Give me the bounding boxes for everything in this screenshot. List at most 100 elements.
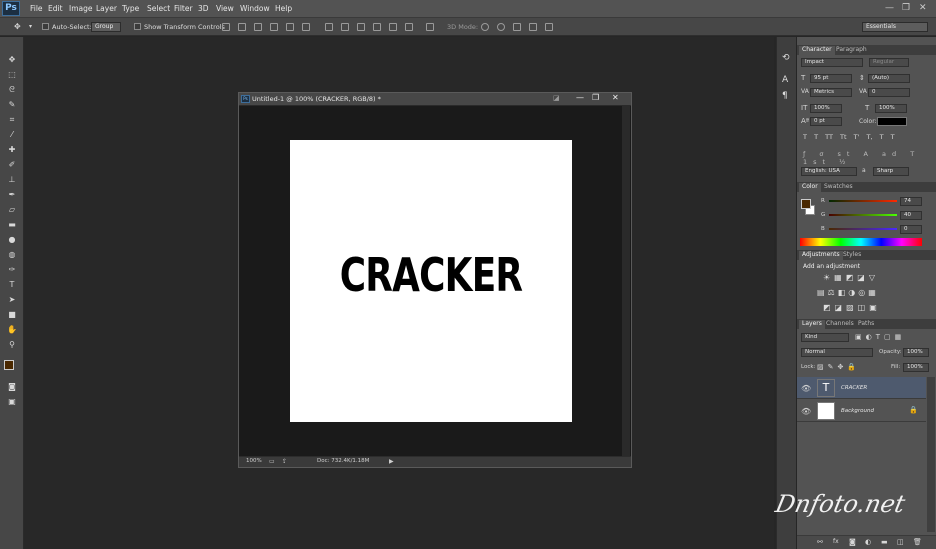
3d-slide-icon[interactable] — [529, 23, 537, 31]
opentype-buttons[interactable]: ƒ σ st A ad T 1st ½ — [803, 150, 931, 166]
dodge-tool-icon[interactable]: ◍ — [6, 250, 18, 260]
align-hcenter-icon[interactable] — [286, 23, 294, 31]
color-spectrum[interactable] — [800, 238, 922, 246]
auto-align-icon[interactable] — [426, 23, 434, 31]
transform-controls-checkbox[interactable] — [134, 23, 141, 30]
new-layer-icon[interactable]: ◫ — [897, 538, 904, 546]
document-titlebar[interactable]: Ps Untitled-1 @ 100% (CRACKER, RGB/8) * … — [239, 93, 631, 106]
zoom-tool-icon[interactable]: ⚲ — [6, 340, 18, 350]
document-canvas[interactable]: CRACKER — [290, 140, 572, 422]
menu-view[interactable]: View — [216, 4, 234, 13]
distribute-hcenter-icon[interactable] — [389, 23, 397, 31]
type-tool-icon[interactable]: T — [6, 280, 18, 290]
history-brush-tool-icon[interactable]: ✒ — [6, 190, 18, 200]
horizontal-scale-field[interactable]: 100% — [875, 104, 907, 113]
align-left-icon[interactable] — [270, 23, 278, 31]
path-select-tool-icon[interactable]: ➤ — [6, 295, 18, 305]
tab-character[interactable]: Character — [799, 46, 835, 55]
restore-icon[interactable]: ❐ — [902, 3, 910, 13]
mask-icon[interactable]: ◙ — [849, 538, 856, 546]
3d-scale-icon[interactable] — [545, 23, 553, 31]
history-panel-icon[interactable]: ⟲ — [782, 53, 790, 63]
g-value[interactable]: 40 — [900, 211, 922, 220]
baseline-field[interactable]: 0 pt — [810, 117, 842, 126]
tracking-field[interactable]: 0 — [868, 88, 910, 97]
language-field[interactable]: English: USA — [801, 167, 857, 176]
doc-size[interactable]: Doc: 732.4K/1.18M — [317, 458, 369, 464]
distribute-left-icon[interactable] — [373, 23, 381, 31]
healing-brush-tool-icon[interactable]: ✚ — [6, 145, 18, 155]
character-panel-icon[interactable]: A — [782, 75, 788, 85]
align-vcenter-icon[interactable] — [238, 23, 246, 31]
color-fg-swatch[interactable] — [801, 199, 811, 209]
pen-tool-icon[interactable]: ✑ — [6, 265, 18, 275]
vertical-scale-field[interactable]: 100% — [810, 104, 842, 113]
kerning-field[interactable]: Metrics — [810, 88, 852, 97]
pin-icon[interactable]: ◪ — [553, 94, 560, 102]
r-value[interactable]: 74 — [900, 197, 922, 206]
share-icon[interactable]: ⇪ — [282, 458, 287, 465]
tab-paragraph[interactable]: Paragraph — [833, 46, 870, 55]
status-menu-arrow-icon[interactable]: ▶ — [389, 458, 394, 465]
folder-icon[interactable]: ▬ — [881, 538, 888, 546]
screen-mode-icon[interactable]: ▣ — [6, 397, 18, 407]
menu-layer[interactable]: Layer — [96, 4, 117, 13]
align-bottom-icon[interactable] — [254, 23, 262, 31]
menu-window[interactable]: Window — [240, 4, 270, 13]
menu-help[interactable]: Help — [275, 4, 292, 13]
menu-file[interactable]: File — [30, 4, 43, 13]
shape-tool-icon[interactable]: ■ — [6, 310, 18, 320]
visibility-eye-icon[interactable]: 👁 — [801, 384, 811, 393]
distribute-top-icon[interactable] — [325, 23, 333, 31]
trash-icon[interactable]: 🗑 — [913, 538, 922, 546]
menu-select[interactable]: Select — [147, 4, 170, 13]
r-slider[interactable] — [829, 200, 897, 202]
blend-mode-field[interactable]: Normal — [801, 348, 873, 357]
distribute-bottom-icon[interactable] — [357, 23, 365, 31]
eyedropper-tool-icon[interactable]: ⁄ — [6, 130, 18, 140]
tab-color[interactable]: Color — [799, 183, 821, 192]
auto-select-checkbox[interactable] — [42, 23, 49, 30]
fx-icon[interactable]: fx — [833, 538, 839, 545]
proof-icon[interactable]: ▭ — [269, 458, 275, 465]
align-right-icon[interactable] — [302, 23, 310, 31]
opacity-field[interactable]: 100% — [903, 348, 929, 357]
layer-filter-icons[interactable]: ▣◐T▢▦ — [855, 333, 925, 341]
adjustment-icon[interactable]: ◐ — [865, 538, 871, 546]
3d-roll-icon[interactable] — [497, 23, 505, 31]
workspace-dropdown[interactable]: Essentials — [862, 22, 928, 32]
tab-styles[interactable]: Styles — [840, 251, 864, 260]
visibility-eye-icon[interactable]: 👁 — [801, 407, 811, 416]
close-icon[interactable]: ✕ — [919, 3, 927, 13]
3d-rotate-icon[interactable] — [481, 23, 489, 31]
b-slider[interactable] — [829, 228, 897, 230]
g-slider[interactable] — [829, 214, 897, 216]
distribute-vcenter-icon[interactable] — [341, 23, 349, 31]
blur-tool-icon[interactable]: ● — [6, 235, 18, 245]
auto-select-dropdown[interactable]: Group — [91, 22, 121, 32]
layers-scrollbar[interactable] — [927, 377, 935, 532]
layer-name[interactable]: CRACKER — [841, 385, 867, 391]
foreground-color-swatch[interactable] — [4, 360, 14, 370]
font-family-field[interactable]: Impact — [801, 58, 863, 67]
zoom-level[interactable]: 100% — [246, 458, 262, 464]
layer-name[interactable]: Background — [841, 408, 874, 414]
b-value[interactable]: 0 — [900, 225, 922, 234]
menu-3d[interactable]: 3D — [198, 4, 209, 13]
menu-type[interactable]: Type — [122, 4, 139, 13]
fill-field[interactable]: 100% — [903, 363, 929, 372]
brush-tool-icon[interactable]: ✐ — [6, 160, 18, 170]
tab-channels[interactable]: Channels — [823, 320, 857, 329]
link-icon[interactable]: ⚯ — [817, 538, 823, 546]
layer-row-cracker[interactable]: 👁 T CRACKER — [797, 377, 926, 399]
menu-image[interactable]: Image — [69, 4, 93, 13]
doc-minimize-icon[interactable]: — — [576, 93, 584, 102]
move-tool-icon[interactable]: ✥ — [6, 55, 18, 65]
quick-mask-icon[interactable]: ◙ — [6, 382, 18, 392]
text-color-swatch[interactable] — [877, 117, 907, 126]
distribute-right-icon[interactable] — [405, 23, 413, 31]
clone-stamp-tool-icon[interactable]: ⊥ — [6, 175, 18, 185]
crop-tool-icon[interactable]: ⌗ — [6, 115, 18, 125]
eraser-tool-icon[interactable]: ▱ — [6, 205, 18, 215]
menu-filter[interactable]: Filter — [174, 4, 193, 13]
